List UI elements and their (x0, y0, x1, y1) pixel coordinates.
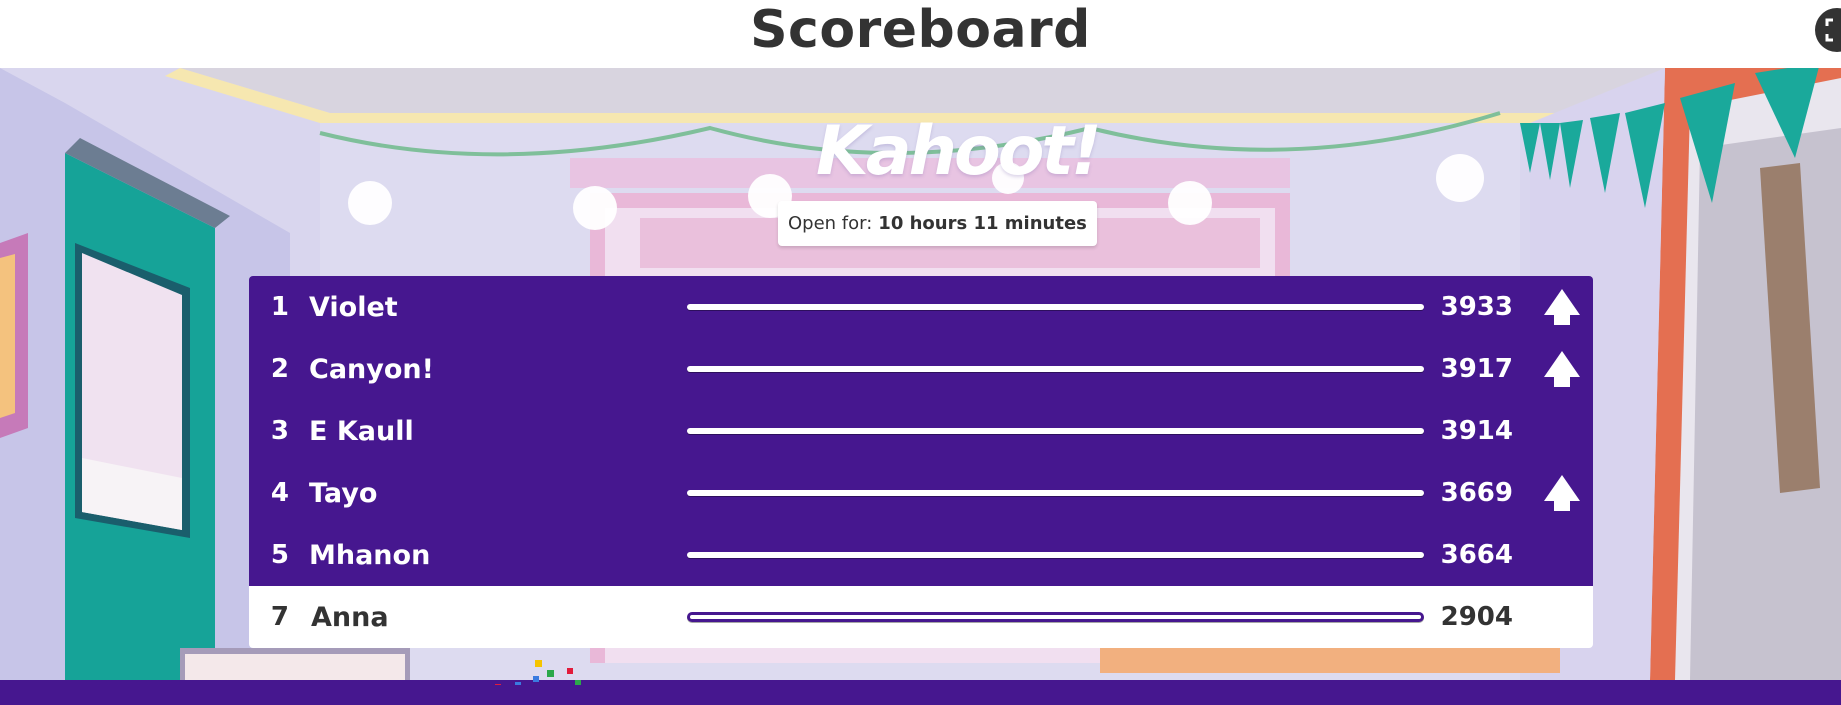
player-name: Anna (311, 601, 389, 633)
fullscreen-icon (1825, 18, 1841, 42)
scoreboard-row: 5 Mhanon 3664 (249, 524, 1593, 586)
open-duration-badge: Open for: 10 hours 11 minutes (778, 201, 1097, 246)
open-for-label: Open for: (788, 213, 873, 234)
player-name: Violet (309, 291, 398, 323)
confetti-icon (495, 660, 581, 685)
score: 3933 (1440, 292, 1513, 322)
page-title: Scoreboard (750, 0, 1091, 60)
rank: 3 (270, 416, 289, 446)
rank: 2 (270, 354, 289, 384)
fullscreen-button[interactable] (1815, 8, 1841, 52)
score: 2904 (1440, 602, 1513, 632)
score-bar (687, 552, 1424, 558)
rank: 1 (270, 292, 289, 322)
rank: 7 (270, 602, 289, 632)
kahoot-logo: Kahoot! (816, 112, 1102, 191)
score-bar (687, 490, 1424, 496)
rank-up-arrow-icon (1544, 475, 1580, 511)
rank-up-arrow-icon (1544, 351, 1580, 387)
score-bar (687, 612, 1424, 622)
rank-up-arrow-icon (1544, 289, 1580, 325)
player-name: Tayo (309, 477, 378, 509)
scoreboard-row: 1 Violet 3933 (249, 276, 1593, 338)
scoreboard-row: 4 Tayo 3669 (249, 462, 1593, 524)
winter-room-background: Kahoot! Open for: 10 hours 11 minutes 1 … (0, 68, 1841, 680)
score-bar (687, 366, 1424, 372)
scoreboard-list: 1 Violet 3933 2 Canyon! 3917 3 E Kaull 3… (249, 276, 1593, 649)
player-name: Mhanon (309, 539, 431, 571)
rank: 4 (270, 478, 289, 508)
rank: 5 (270, 540, 289, 570)
scoreboard-row: 3 E Kaull 3914 (249, 400, 1593, 462)
bottom-bar (0, 660, 1841, 705)
score-bar (687, 428, 1424, 434)
header-bar: Scoreboard (0, 0, 1841, 68)
score: 3917 (1440, 354, 1513, 384)
player-name: Canyon! (309, 353, 434, 385)
current-player-row: 7 Anna 2904 (249, 586, 1593, 648)
score: 3914 (1440, 416, 1513, 446)
player-name: E Kaull (309, 415, 414, 447)
score: 3664 (1440, 540, 1513, 570)
open-for-value: 10 hours 11 minutes (878, 213, 1087, 234)
scoreboard-row: 2 Canyon! 3917 (249, 338, 1593, 400)
score: 3669 (1440, 478, 1513, 508)
score-bar (687, 304, 1424, 310)
